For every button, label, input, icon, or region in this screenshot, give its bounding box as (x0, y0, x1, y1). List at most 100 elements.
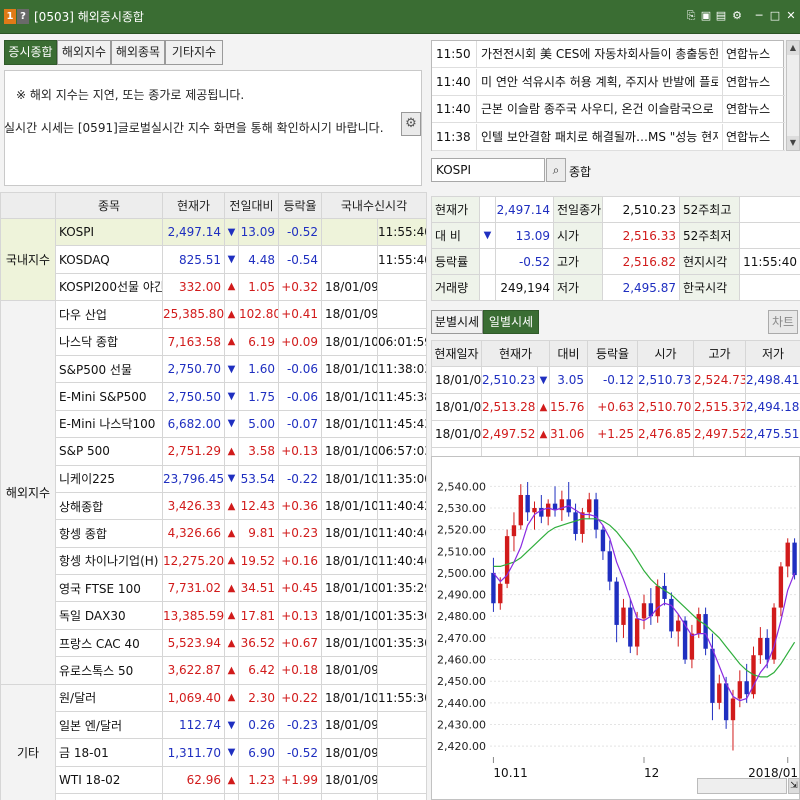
row-name[interactable]: S&P 500 (55, 437, 163, 466)
quote-value: 2,516.33 (602, 222, 680, 249)
link-icon[interactable]: ⎘ (684, 9, 698, 23)
notice-line-delay: ※ 해외 지수는 지연, 또는 종가로 제공됩니다. (16, 88, 245, 102)
news-item[interactable]: 11:50 가전전시회 美 CES에 자동차회사들이 총출동한 이유연합뉴스 (432, 41, 785, 68)
table-row[interactable]: 필라델피아 반도체1,322.57▼12.96-0.9718/01/09 (1, 793, 428, 800)
news-title[interactable]: 근본 이슬람 종주국 사우디, 온건 이슬람국으로 달라질 (476, 96, 718, 122)
header-name[interactable]: 종목 (55, 192, 163, 219)
table-row[interactable]: 유로스톡스 50 3,622.87 ▲ 6.42 +0.18 18/01/09 (1, 656, 428, 685)
table-row[interactable]: E-Mini 나스닥100 6,682.00 ▼ 5.00 -0.07 18/01/10 1… (1, 409, 428, 439)
news-title[interactable]: 미 연안 석유시추 허용 계획, 주지사 반발에 플로리다 (476, 68, 718, 95)
table-row[interactable]: 상해종합3,426.33▲12.43+0.3618/01/1011:40:42 (1, 491, 428, 521)
maximize-button[interactable]: □ (768, 9, 782, 23)
table-row[interactable]: 금 18-01 1,311.70 ▼ 6.90 -0.52 18/01/09 (1, 738, 428, 767)
row-name[interactable]: 필라델피아 반도체 (55, 793, 163, 800)
header-rate[interactable]: 등락율 (278, 192, 323, 219)
row-price: 4,326.66 (162, 519, 225, 548)
table-row[interactable]: 니케이225 23,796.45 ▼ 53.54 -0.22 18/01/10 11:35:… (1, 464, 428, 493)
row-name[interactable]: 원/달러 (55, 683, 163, 713)
y-tick-label: 2,530.00 (437, 502, 486, 515)
notice-settings-button[interactable]: ⚙ (401, 112, 421, 136)
news-source: 연합뉴스 (722, 123, 784, 150)
table-row[interactable]: E-Mini S&P500 2,750.50 ▼ 1.75 -0.06 18/01/10 1… (1, 382, 428, 411)
table-row[interactable]: 기타원/달러1,069.40▲2.30+0.2218/01/1011:55:30 (0, 683, 428, 800)
quote-table: 현재가 2,497.14 전일종가 2,510.23 52주최고 대 비 ▼ 13.09 시가 2… (431, 196, 800, 301)
row-name[interactable]: E-Mini 나스닥100 (55, 409, 163, 439)
row-name[interactable]: 항셍 차이나기업(H) (55, 546, 163, 576)
table-row[interactable]: S&P 500 2,751.29 ▲ 3.58 +0.13 18/01/10 06:57:0… (1, 437, 428, 466)
news-title[interactable]: 가전전시회 美 CES에 자동차회사들이 총출동한 이유 (476, 41, 718, 67)
row-name[interactable]: 독일 DAX30 (55, 601, 163, 630)
table-row[interactable]: 일본 엔/달러 112.74 ▼ 0.26 -0.23 18/01/09 (1, 711, 428, 740)
candlestick-chart[interactable]: 2,540.00 2,530.00 2,520.00 2,510.00 2,500.00… (431, 456, 800, 800)
group-label: 해외지수 (0, 300, 56, 685)
row-name[interactable]: 니케이225 (55, 464, 163, 493)
table-row[interactable]: 나스닥 종합7,163.58▲6.19+0.0918/01/1006:01:59 (1, 327, 428, 356)
tab-overseas-stocks[interactable]: 해외종목 (111, 40, 165, 65)
table-row[interactable]: KOSDAQ825.51▼4.48-0.54 11:55:40 (1, 245, 428, 274)
row-name[interactable]: 일본 엔/달러 (55, 711, 163, 740)
close-button[interactable]: ✕ (784, 9, 798, 23)
tab-other-index[interactable]: 기타지수 (165, 40, 223, 65)
row-name[interactable]: 다우 산업 (55, 300, 163, 329)
row-name[interactable]: 나스닥 종합 (55, 327, 163, 356)
row-name[interactable]: 영국 FTSE 100 (55, 574, 163, 603)
tab-overseas-index[interactable]: 해외지수 (57, 40, 111, 65)
table-row[interactable]: 영국 FTSE 100 7,731.02 ▲ 34.51 +0.45 18/01/10 01… (1, 574, 428, 603)
header-price[interactable]: 현재가 (162, 192, 225, 219)
daily-row[interactable]: 18/01/082,513.28▲15.76+0.632,510.702,515… (431, 393, 800, 421)
row-name[interactable]: 상해종합 (55, 491, 163, 521)
print-icon[interactable]: ▤ (714, 9, 728, 23)
row-name[interactable]: 유로스톡스 50 (55, 656, 163, 685)
daily-header-price: 현재가 (481, 340, 550, 367)
table-row[interactable]: 항셍 종합4,326.66▲9.81+0.2318/01/1011:40:46 (1, 519, 428, 548)
chart-scrollbar[interactable] (697, 778, 787, 794)
row-price: 12,275.20 (162, 546, 225, 576)
row-name[interactable]: 항셍 종합 (55, 519, 163, 548)
symbol-search-button[interactable]: ⌕ (546, 158, 566, 182)
row-name[interactable]: KOSPI200선물 야간 (55, 272, 163, 302)
news-scrollbar[interactable]: ▲ ▼ (786, 40, 800, 151)
chart-button[interactable]: 차트 (768, 310, 798, 334)
scroll-down-icon[interactable]: ▼ (787, 136, 799, 150)
row-name[interactable]: WTI 18-02 (55, 765, 163, 795)
header-receive-time[interactable]: 국내수신시각 (321, 192, 428, 219)
chart-zoom-icon[interactable]: ⇲ (788, 778, 800, 794)
save-icon[interactable]: ▣ (699, 9, 713, 23)
settings-icon[interactable]: ⚙ (730, 9, 744, 23)
table-row[interactable]: WTI 18-02 62.96 ▲ 1.23 +1.99 18/01/09 (1, 765, 428, 795)
table-row[interactable]: 프랑스 CAC 40 5,523.94 ▲ 36.52 +0.67 18/01/10 01:… (1, 628, 428, 658)
daily-row[interactable]: 18/01/052,497.52▲31.06+1.252,476.852,497… (431, 420, 800, 448)
table-row[interactable]: S&P500 선물 2,750.70 ▼ 1.60 -0.06 18/01/10 11:38… (1, 354, 428, 384)
table-row[interactable]: KOSPI200선물 야간 332.00 ▲ 1.05 +0.32 18/01/09 (1, 272, 428, 302)
table-row[interactable]: 독일 DAX30 13,385.59 ▲ 17.81 +0.13 18/01/10 01:3… (1, 601, 428, 630)
tab-market-summary[interactable]: 증시종합 (4, 40, 57, 65)
row-name[interactable]: 프랑스 CAC 40 (55, 628, 163, 658)
candle-body (778, 566, 784, 608)
table-row[interactable]: 항셍 차이나기업(H) 12,275.20 ▲ 19.52 +0.16 18/01/10 1… (1, 546, 428, 576)
row-name[interactable]: E-Mini S&P500 (55, 382, 163, 411)
scroll-up-icon[interactable]: ▲ (787, 41, 799, 55)
row-time (377, 272, 428, 302)
tab-daily-quotes[interactable]: 일별시세 (483, 310, 539, 334)
table-row[interactable]: 해외지수 다우 산업 25,385.80 ▲ 102.80 +0.41 18/01/09 (0, 300, 428, 685)
news-item[interactable]: 11:40 미 연안 석유시추 허용 계획, 주지사 반발에 플로리다 연합뉴스 (432, 68, 785, 96)
row-rate: -0.52 (278, 738, 323, 767)
row-name[interactable]: S&P500 선물 (55, 354, 163, 384)
news-title[interactable]: 인텔 보안결함 패치로 해결될까…MS "성능 현저히 떨 (476, 123, 718, 150)
minimize-button[interactable]: ─ (752, 9, 766, 23)
daily-row[interactable]: 18/01/092,510.23▼3.05-0.122,510.732,524.… (431, 366, 800, 394)
screen-number-badge[interactable]: 1 (4, 9, 16, 24)
tab-minute-quotes[interactable]: 분별시세 (431, 310, 483, 334)
chart-canvas[interactable]: 2,540.00 2,530.00 2,520.00 2,510.00 2,500.00… (432, 457, 800, 800)
quote-value: 11:55:40 (739, 248, 800, 275)
news-item[interactable]: 11:40 근본 이슬람 종주국 사우디, 온건 이슬람국으로 달라질연합뉴스 (432, 96, 785, 123)
row-name[interactable]: 금 18-01 (55, 738, 163, 767)
news-item[interactable]: 11:38 인텔 보안결함 패치로 해결될까…MS "성능 현저히 떨연합뉴스 (432, 123, 785, 151)
help-icon[interactable]: ? (17, 9, 29, 24)
row-name[interactable]: KOSPI (55, 217, 163, 247)
row-name[interactable]: KOSDAQ (55, 245, 163, 274)
table-row[interactable]: 국내지수KOSPI2,497.14▼13.09-0.52 11:55:40 (0, 217, 428, 302)
symbol-search-input[interactable] (431, 158, 545, 182)
header-change[interactable]: 전일대비 (223, 192, 280, 219)
row-price: 25,385.80 (162, 300, 225, 329)
